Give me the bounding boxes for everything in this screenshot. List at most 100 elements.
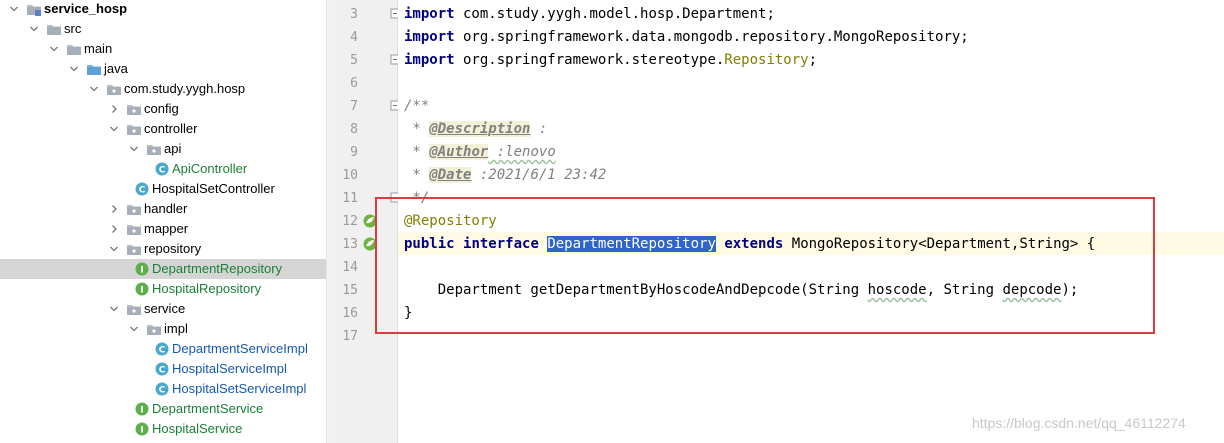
tree-item-label: src [64, 21, 82, 36]
tree-item-api[interactable]: api [0, 139, 326, 159]
tree-item-departmentrepository[interactable]: I DepartmentRepository [0, 259, 336, 279]
svg-text:I: I [140, 406, 143, 416]
tree-item-label: java [104, 61, 128, 76]
class-icon: C [154, 361, 170, 377]
tree-item-departmentservice[interactable]: I DepartmentService [0, 399, 326, 419]
code-line-9[interactable]: * @Author :lenovo [404, 141, 556, 164]
tree-item-src[interactable]: src [0, 19, 326, 39]
tree-item-label: service_hosp [44, 1, 128, 16]
tree-item-repository[interactable]: repository [0, 239, 326, 259]
tree-item-hospitalservice[interactable]: I HospitalService [0, 419, 326, 439]
tree-item-mapper[interactable]: mapper [0, 219, 326, 239]
folder-icon [66, 41, 82, 57]
chevron-down-icon[interactable] [68, 59, 80, 79]
chevron-down-icon[interactable] [128, 139, 140, 159]
line-number: 11 [342, 191, 358, 206]
chevron-right-icon[interactable] [108, 199, 120, 219]
tree-item-departmentserviceimpl[interactable]: C DepartmentServiceImpl [0, 339, 326, 359]
tree-item-label: ApiController [172, 161, 248, 176]
svg-text:I: I [140, 266, 143, 276]
tree-scrollbar[interactable] [326, 0, 336, 443]
tree-item-label: main [84, 41, 113, 56]
tree-item-label: service [144, 301, 186, 316]
comment-text: :2021/6/1 23:42 [471, 167, 607, 183]
project-tree[interactable]: service_hospsrc main java com.study.yygh.ho… [0, 0, 336, 443]
module-icon [26, 1, 42, 17]
comment-text: * [404, 121, 430, 137]
interface-icon: I [134, 421, 150, 437]
interface-icon: I [134, 401, 150, 417]
tree-item-label: HospitalRepository [152, 281, 262, 296]
tree-item-hospitalsetserviceimpl[interactable]: C HospitalSetServiceImpl [0, 379, 326, 399]
svg-text:C: C [159, 386, 166, 396]
javadoc-tag: @Author [429, 144, 489, 160]
code-line-4[interactable]: import org.springframework.data.mongodb.… [404, 26, 969, 49]
tree-item-hospitalsetcontroller[interactable]: C HospitalSetController [0, 179, 326, 199]
folder-icon [46, 21, 62, 37]
svg-text:I: I [140, 286, 143, 296]
tree-item-handler[interactable]: handler [0, 199, 326, 219]
interface-icon: I [134, 261, 150, 277]
comment-text: * [404, 144, 430, 160]
tree-item-label: DepartmentService [152, 401, 264, 416]
package-icon [146, 141, 162, 157]
line-number: 17 [342, 329, 358, 344]
chevron-down-icon[interactable] [8, 0, 20, 19]
tree-item-label: HospitalSetController [152, 181, 275, 196]
package-icon [106, 81, 122, 97]
tree-item-java[interactable]: java [0, 59, 326, 79]
line-number: 3 [350, 7, 358, 22]
chevron-down-icon[interactable] [28, 19, 40, 39]
class-icon: C [134, 181, 150, 197]
tree-item-label: com.study.yygh.hosp [124, 81, 246, 96]
javadoc-tag: @Date [429, 167, 472, 183]
highlight-box [375, 197, 1155, 334]
tree-item-service-hosp[interactable]: service_hosp [0, 0, 326, 19]
chevron-down-icon[interactable] [108, 299, 120, 319]
code-line-8[interactable]: * @Description : [404, 118, 547, 141]
tree-item-hospitalserviceimpl[interactable]: C HospitalServiceImpl [0, 359, 326, 379]
tree-item-service[interactable]: service [0, 299, 326, 319]
tree-item-impl[interactable]: impl [0, 319, 326, 339]
tree-item-label: handler [144, 201, 188, 216]
svg-text:C: C [159, 346, 166, 356]
tree-item-config[interactable]: config [0, 99, 326, 119]
class-icon: C [154, 341, 170, 357]
javadoc-tag: @Description [429, 121, 531, 137]
comment-text: * [404, 167, 430, 183]
class-reference: Repository [724, 52, 809, 68]
chevron-down-icon[interactable] [88, 79, 100, 99]
code-text: org.springframework.data.mongodb.reposit… [454, 29, 969, 45]
code-text: com.study.yygh.model.hosp.Department; [454, 6, 775, 22]
chevron-down-icon[interactable] [108, 119, 120, 139]
tree-item-apicontroller[interactable]: C ApiController [0, 159, 326, 179]
tree-item-main[interactable]: main [0, 39, 326, 59]
tree-item-label: repository [144, 241, 202, 256]
tree-item-com-study-yygh-hosp[interactable]: com.study.yygh.hosp [0, 79, 326, 99]
code-text: org.springframework.stereotype. [454, 52, 725, 68]
line-number: 7 [350, 99, 358, 114]
package-icon [126, 101, 142, 117]
svg-text:I: I [140, 426, 143, 436]
chevron-down-icon[interactable] [128, 319, 140, 339]
chevron-right-icon[interactable] [108, 219, 120, 239]
chevron-right-icon[interactable] [108, 99, 120, 119]
chevron-down-icon[interactable] [108, 239, 120, 259]
code-line-7[interactable]: /** [404, 95, 429, 118]
tree-item-label: config [144, 101, 179, 116]
line-number: 12 [342, 214, 358, 229]
code-line-10[interactable]: * @Date :2021/6/1 23:42 [404, 164, 606, 187]
chevron-down-icon[interactable] [48, 39, 60, 59]
interface-icon: I [134, 281, 150, 297]
code-line-3[interactable]: import com.study.yygh.model.hosp.Departm… [404, 3, 775, 26]
package-icon [126, 241, 142, 257]
tree-item-hospitalrepository[interactable]: I HospitalRepository [0, 279, 326, 299]
line-number: 13 [342, 237, 358, 252]
package-icon [126, 301, 142, 317]
code-line-5[interactable]: import org.springframework.stereotype.Re… [404, 49, 817, 72]
class-icon: C [154, 161, 170, 177]
svg-text:C: C [159, 366, 166, 376]
line-number: 14 [342, 260, 358, 275]
tree-item-controller[interactable]: controller [0, 119, 326, 139]
line-number: 5 [350, 53, 358, 68]
